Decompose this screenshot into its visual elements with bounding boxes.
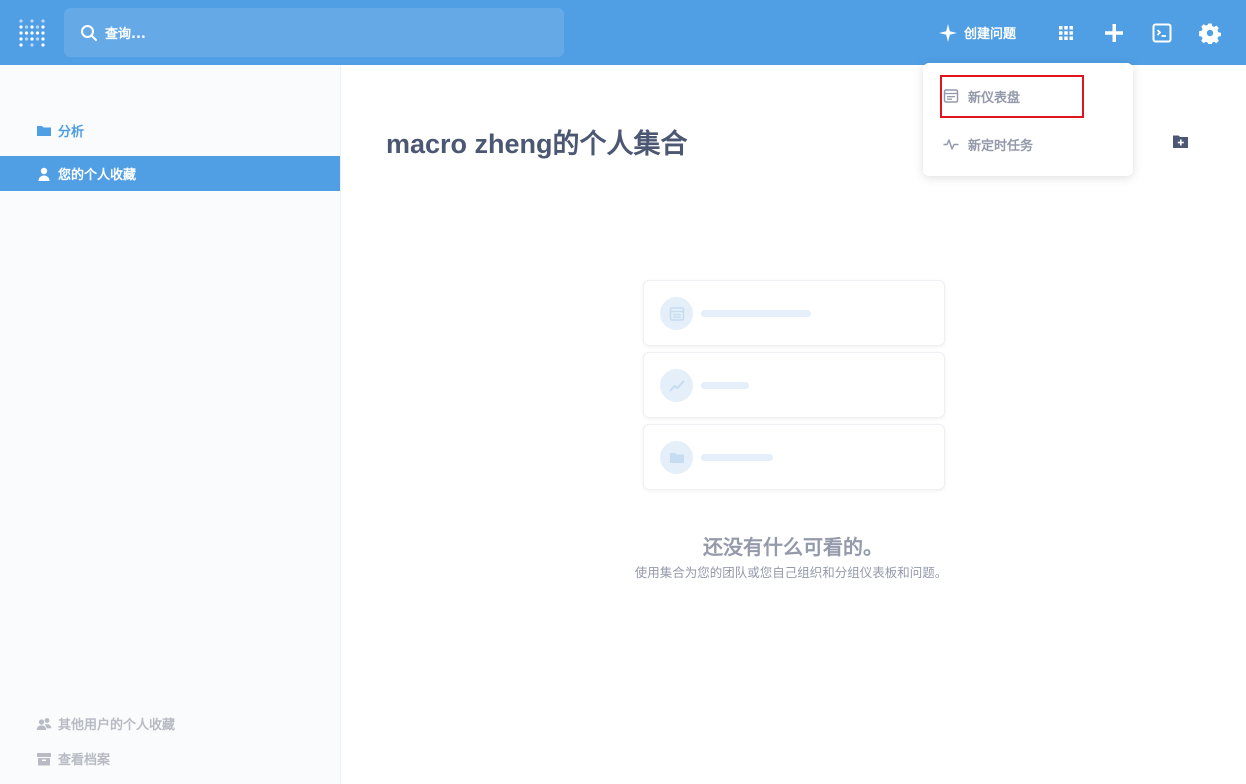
search-icon — [81, 24, 97, 41]
line-chart-icon — [660, 369, 693, 402]
sidebar-item-label: 查看档案 — [58, 753, 111, 768]
add-icon[interactable] — [1103, 22, 1125, 44]
sql-editor-icon[interactable] — [1151, 22, 1173, 44]
page-title: macro zheng的个人集合 — [386, 129, 688, 159]
folder-icon — [37, 125, 51, 136]
placeholder-bar — [701, 454, 773, 461]
sparkle-icon — [939, 23, 957, 42]
search-placeholder: 查询... — [105, 27, 146, 42]
dashboard-icon — [660, 297, 693, 330]
placeholder-bar — [701, 382, 749, 389]
sidebar-item-view-archive[interactable]: 查看档案 — [0, 741, 340, 776]
empty-state-card-question — [643, 352, 945, 418]
sidebar-item-personal-collection[interactable]: 您的个人收藏 — [0, 156, 340, 191]
empty-state-card-collection — [643, 424, 945, 490]
empty-state-card-dashboard — [643, 280, 945, 346]
people-icon — [36, 717, 52, 730]
gear-icon[interactable] — [1199, 22, 1221, 44]
placeholder-bar — [701, 310, 811, 317]
empty-state-title: 还没有什么可看的。 — [703, 535, 883, 559]
create-question-button[interactable]: 创建问题 — [938, 0, 1016, 65]
empty-state-subtitle: 使用集合为您的团队或您自己组织和分组仪表板和问题。 — [634, 565, 948, 580]
menu-item-label: 新定时任务 — [968, 138, 1034, 154]
highlight-box — [940, 75, 1084, 118]
metabase-logo-icon[interactable] — [18, 18, 46, 48]
sidebar: 分析 您的个人收藏 其他用户的个人收藏 查看档案 — [0, 65, 341, 784]
grid-icon[interactable] — [1055, 22, 1077, 44]
create-question-label: 创建问题 — [964, 27, 1017, 42]
new-collection-icon[interactable] — [1172, 133, 1189, 150]
person-icon — [38, 167, 50, 181]
sidebar-item-analysis[interactable]: 分析 — [0, 113, 340, 148]
sidebar-item-label: 您的个人收藏 — [58, 168, 137, 183]
search-input[interactable]: 查询... — [64, 8, 564, 57]
sidebar-item-other-users-collections[interactable]: 其他用户的个人收藏 — [0, 706, 340, 741]
menu-item-new-pulse[interactable]: 新定时任务 — [943, 132, 1033, 156]
sidebar-item-label: 分析 — [58, 125, 85, 140]
folder-icon — [660, 441, 693, 474]
top-navigation-bar: 查询... 创建问题 — [0, 0, 1246, 65]
archive-icon — [37, 752, 51, 765]
pulse-icon — [943, 139, 959, 150]
sidebar-item-label: 其他用户的个人收藏 — [58, 718, 176, 733]
